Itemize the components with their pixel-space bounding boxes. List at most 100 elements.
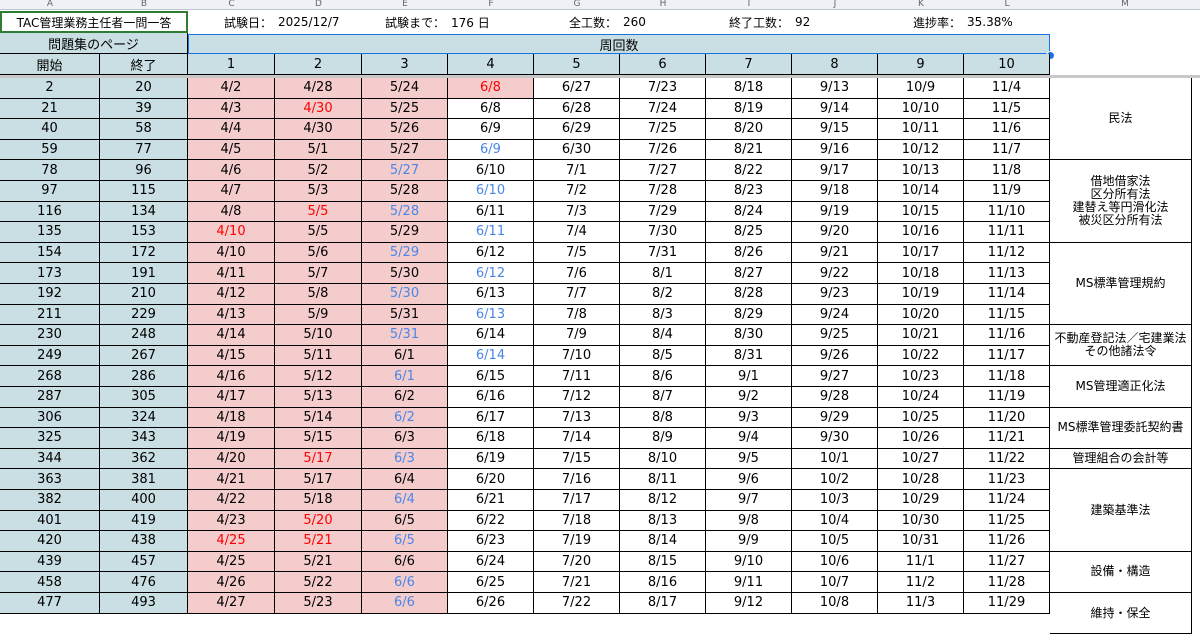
subject-label[interactable]: 不動産登記法／宅建業法 その他諸法令 [1050, 325, 1192, 367]
round-date-cell[interactable]: 6/10 [448, 160, 534, 181]
column-header-j[interactable]: J [792, 0, 878, 10]
round-date-cell[interactable]: 11/21 [964, 428, 1050, 449]
end-page-cell[interactable]: 39 [100, 98, 188, 120]
round-date-cell[interactable]: 10/28 [878, 469, 964, 490]
round-date-cell[interactable]: 6/24 [448, 551, 534, 573]
start-page-cell[interactable]: 40 [0, 119, 100, 140]
round-date-cell[interactable]: 6/20 [448, 469, 534, 490]
round-date-cell[interactable]: 5/22 [275, 572, 362, 593]
round-date-cell[interactable]: 10/17 [878, 242, 964, 264]
round-date-cell[interactable]: 5/17 [275, 469, 362, 490]
round-date-cell[interactable]: 11/22 [964, 448, 1050, 470]
round-date-cell[interactable]: 9/27 [792, 366, 878, 387]
round-date-cell[interactable]: 8/7 [620, 387, 706, 408]
round-date-cell[interactable]: 9/2 [706, 387, 792, 408]
round-date-cell[interactable]: 6/21 [448, 490, 534, 511]
round-date-cell[interactable]: 10/10 [878, 98, 964, 120]
end-page-cell[interactable]: 153 [100, 222, 188, 243]
round-date-cell[interactable]: 8/12 [620, 490, 706, 511]
round-date-cell[interactable]: 4/19 [188, 428, 275, 449]
round-date-cell[interactable]: 5/31 [362, 304, 448, 326]
round-date-cell[interactable]: 7/22 [534, 593, 620, 614]
spreadsheet-grid[interactable]: A B C D E F G H I J K L M TAC管理業務主任者一問一答 試験日： 2025/12/7… [0, 0, 1200, 634]
until-value[interactable]: 176 日 [448, 11, 534, 33]
round-date-cell[interactable]: 10/13 [878, 160, 964, 181]
round-date-cell[interactable]: 6/23 [448, 531, 534, 552]
end-page-cell[interactable]: 381 [100, 469, 188, 490]
round-date-cell[interactable]: 4/28 [275, 78, 362, 99]
end-page-cell[interactable]: 305 [100, 387, 188, 408]
exam-date-label[interactable]: 試験日： [188, 11, 275, 33]
end-page-cell[interactable]: 20 [100, 78, 188, 99]
start-page-cell[interactable]: 135 [0, 222, 100, 243]
subject-label[interactable]: MS標準管理委託契約書 [1050, 407, 1192, 449]
round-date-cell[interactable]: 5/11 [275, 345, 362, 367]
column-header-f[interactable]: F [448, 0, 534, 10]
round-date-cell[interactable]: 9/26 [792, 345, 878, 367]
round-date-cell[interactable]: 7/27 [620, 160, 706, 181]
start-page-cell[interactable]: 173 [0, 263, 100, 284]
round-date-cell[interactable]: 9/5 [706, 448, 792, 470]
round-date-cell[interactable]: 9/30 [792, 428, 878, 449]
round-date-cell[interactable]: 7/7 [534, 284, 620, 305]
round-date-cell[interactable]: 8/19 [706, 98, 792, 120]
column-header-m[interactable]: M [1050, 0, 1200, 10]
round-date-cell[interactable]: 4/26 [188, 572, 275, 593]
end-page-cell[interactable]: 77 [100, 139, 188, 161]
round-date-cell[interactable]: 5/21 [275, 551, 362, 573]
round-date-cell[interactable]: 10/2 [792, 469, 878, 490]
round-date-cell[interactable]: 4/25 [188, 531, 275, 552]
round-date-cell[interactable]: 4/20 [188, 448, 275, 470]
round-date-cell[interactable]: 6/17 [448, 407, 534, 429]
round-date-cell[interactable]: 7/31 [620, 242, 706, 264]
round-date-cell[interactable]: 7/26 [620, 139, 706, 161]
round-date-cell[interactable]: 5/28 [362, 181, 448, 202]
end-page-cell[interactable]: 324 [100, 407, 188, 429]
round-date-cell[interactable]: 10/21 [878, 325, 964, 346]
column-header-g[interactable]: G [534, 0, 620, 10]
round-date-cell[interactable]: 11/1 [878, 551, 964, 573]
round-date-cell[interactable]: 10/20 [878, 304, 964, 326]
done-label[interactable]: 終了工数： [706, 11, 792, 33]
round-date-cell[interactable]: 10/15 [878, 201, 964, 223]
round-date-cell[interactable]: 4/10 [188, 242, 275, 264]
done-value[interactable]: 92 [792, 11, 878, 33]
round-date-cell[interactable]: 9/10 [706, 551, 792, 573]
round-date-cell[interactable]: 11/29 [964, 593, 1050, 614]
round-date-cell[interactable]: 4/7 [188, 181, 275, 202]
round-date-cell[interactable]: 8/20 [706, 119, 792, 140]
round-date-cell[interactable]: 4/16 [188, 366, 275, 387]
round-date-cell[interactable]: 10/22 [878, 345, 964, 367]
round-date-cell[interactable]: 7/6 [534, 263, 620, 284]
round-date-cell[interactable]: 10/3 [792, 490, 878, 511]
round-date-cell[interactable]: 6/4 [362, 490, 448, 511]
end-page-cell[interactable]: 286 [100, 366, 188, 387]
round-date-cell[interactable]: 10/1 [792, 448, 878, 470]
round-date-cell[interactable]: 6/4 [362, 469, 448, 490]
subject-label[interactable]: 民法 [1050, 78, 1192, 161]
round-date-cell[interactable]: 10/9 [878, 78, 964, 99]
start-page-cell[interactable]: 363 [0, 469, 100, 490]
round-date-cell[interactable]: 11/28 [964, 572, 1050, 593]
column-header-l[interactable]: L [964, 0, 1050, 10]
end-page-cell[interactable]: 267 [100, 345, 188, 367]
round-date-cell[interactable]: 7/10 [534, 345, 620, 367]
round-date-cell[interactable]: 10/8 [792, 593, 878, 614]
round-date-cell[interactable]: 5/7 [275, 263, 362, 284]
round-date-cell[interactable]: 5/8 [275, 284, 362, 305]
round-date-cell[interactable]: 8/6 [620, 366, 706, 387]
end-page-cell[interactable]: 248 [100, 325, 188, 346]
column-header-e[interactable]: E [362, 0, 448, 10]
round-date-cell[interactable]: 5/1 [275, 139, 362, 161]
round-date-cell[interactable]: 7/28 [620, 181, 706, 202]
start-page-cell[interactable]: 2 [0, 78, 100, 99]
round-date-cell[interactable]: 11/10 [964, 201, 1050, 223]
end-page-cell[interactable]: 96 [100, 160, 188, 181]
round-date-cell[interactable]: 5/31 [362, 325, 448, 346]
round-date-cell[interactable]: 7/8 [534, 304, 620, 326]
round-date-cell[interactable]: 9/21 [792, 242, 878, 264]
round-date-cell[interactable]: 5/10 [275, 325, 362, 346]
round-date-cell[interactable]: 5/13 [275, 387, 362, 408]
round-date-cell[interactable]: 7/23 [620, 78, 706, 99]
end-page-cell[interactable]: 457 [100, 551, 188, 573]
